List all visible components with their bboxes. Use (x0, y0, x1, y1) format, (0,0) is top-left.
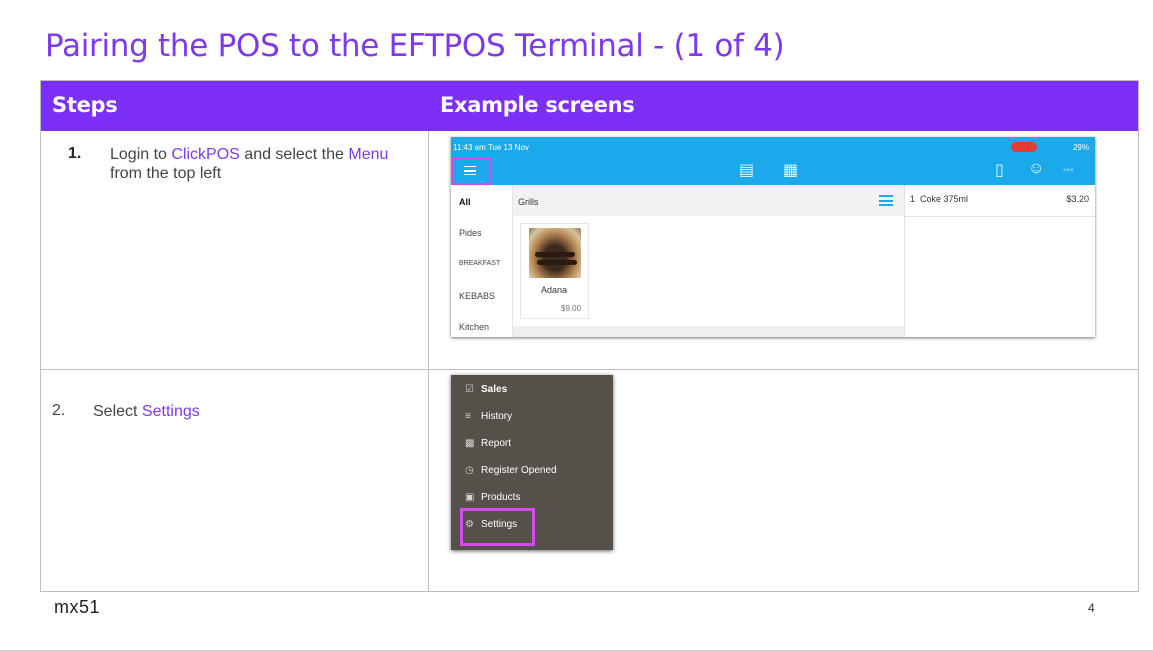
category-pides[interactable]: Pides (459, 228, 482, 238)
cart-icon: ☑ (465, 384, 474, 395)
record-indicator (1011, 142, 1037, 152)
category-all[interactable]: All (459, 197, 471, 207)
receipt-search-icon[interactable]: ▤ (739, 160, 754, 180)
step-2-text: Select Settings (93, 402, 200, 421)
menu-icon[interactable] (464, 166, 476, 175)
category-breakfast[interactable]: BREAKFAST (459, 260, 500, 267)
chart-icon: ▩ (465, 438, 475, 449)
status-time: 11:43 am Tue 13 Nov (453, 143, 529, 152)
menu-item-history[interactable]: ≡ History (465, 411, 512, 427)
header-steps: Steps (52, 93, 118, 117)
category-kebabs[interactable]: KEBABS (459, 291, 495, 301)
product-price: $9.00 (561, 304, 582, 313)
header-example-screens: Example screens (440, 93, 635, 117)
product-grid: Grills Adana $9.00 (513, 185, 904, 337)
step-1-text-b: and select the (239, 146, 349, 163)
category-list: All Pides BREAKFAST KEBABS Kitchen (451, 185, 513, 337)
pos-screenshot: 11:43 am Tue 13 Nov 29% ▤ ▦ ▯ ☺ ◦◦◦ All … (451, 137, 1095, 337)
kebab-skewer (537, 260, 577, 265)
menu-item-register-label: Register Opened (481, 465, 557, 476)
menu-item-report-label: Report (481, 438, 512, 449)
menu-item-sales-label: Sales (481, 384, 508, 395)
step-1-line2: from the top left (110, 165, 222, 182)
menu-item-report[interactable]: ▩ Report (465, 438, 511, 454)
side-menu-screenshot: ☑ Sales ≡ History ▩ Report ◷ Register Opened… (451, 375, 613, 550)
menu-item-products[interactable]: ▣ Products (465, 492, 520, 508)
mx51-logo: mx51 (54, 597, 101, 617)
order-price: $3.20 (1066, 194, 1089, 204)
step-1-menu: Menu (348, 146, 389, 163)
step-2-settings: Settings (141, 403, 200, 420)
menu-item-sales[interactable]: ☑ Sales (465, 384, 507, 400)
product-image (529, 228, 581, 278)
product-card[interactable]: Adana $9.00 (520, 223, 589, 319)
column-divider (428, 131, 429, 592)
menu-item-history-label: History (481, 411, 513, 422)
status-battery: 29% (1072, 143, 1089, 152)
slide-title: Pairing the POS to the EFTPOS Terminal -… (45, 28, 785, 64)
table-header-row: Steps Example screens (41, 81, 1138, 131)
order-divider (905, 216, 1095, 217)
order-item[interactable]: Coke 375ml (920, 194, 968, 204)
order-panel: 1 Coke 375ml $3.20 (904, 185, 1095, 337)
menu-item-products-label: Products (481, 492, 521, 503)
more-icon[interactable]: ◦◦◦ (1063, 165, 1074, 176)
product-name: Adana (541, 285, 568, 295)
grid-header: Grills (513, 185, 904, 216)
order-qty: 1 (910, 194, 916, 204)
step-2-text-a: Select (93, 403, 142, 420)
box-icon: ▣ (465, 492, 475, 503)
clock-icon: ◷ (465, 465, 474, 476)
kebab-skewer (535, 252, 575, 257)
register-icon[interactable]: ▦ (783, 160, 798, 180)
category-kitchen[interactable]: Kitchen (459, 322, 489, 332)
page-number: 4 (1088, 601, 1095, 615)
list-icon: ≡ (465, 411, 471, 422)
list-view-icon[interactable] (879, 195, 893, 206)
step-1-number: 1. (68, 145, 82, 162)
clipboard-icon[interactable]: ▯ (995, 160, 1004, 180)
step-1-text: Login to ClickPOS and select the Menu (110, 145, 388, 164)
pos-top-bar: 11:43 am Tue 13 Nov 29% ▤ ▦ ▯ ☺ ◦◦◦ (451, 137, 1095, 186)
step-1-text-a: Login to (110, 146, 172, 163)
user-icon[interactable]: ☺ (1028, 160, 1044, 178)
grid-title: Grills (518, 197, 539, 207)
settings-highlight-box (460, 508, 535, 546)
menu-item-register-opened[interactable]: ◷ Register Opened (465, 465, 557, 481)
step-1-clickpos: ClickPOS (171, 146, 240, 163)
row-divider (41, 369, 1138, 370)
step-2-number: 2. (52, 402, 66, 419)
